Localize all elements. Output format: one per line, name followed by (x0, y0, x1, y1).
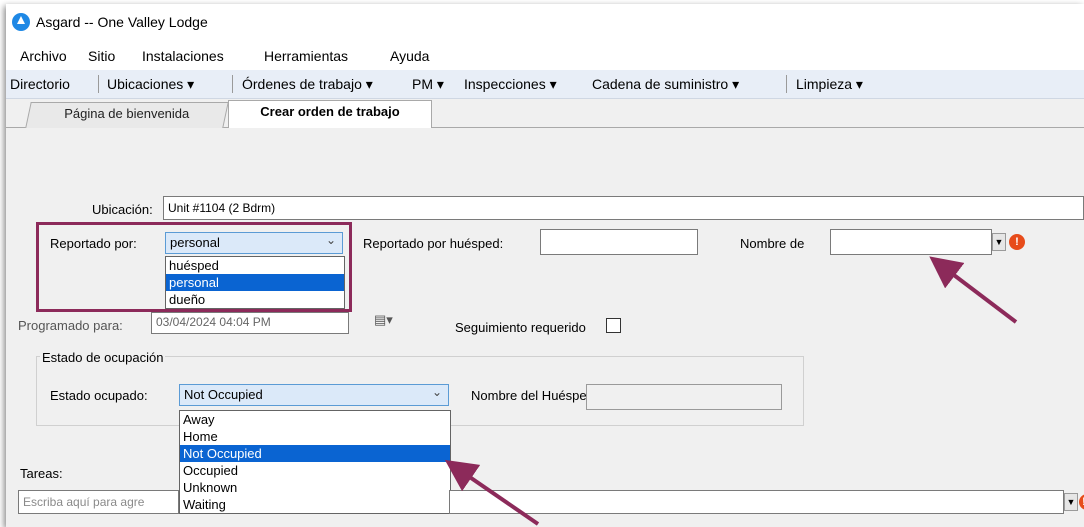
ubicacion-label: Ubicación: (92, 202, 153, 217)
toolbar-pm[interactable]: PM ▾ (412, 76, 444, 93)
reportado-por-huesped-label: Reportado por huésped: (363, 236, 504, 251)
tareas-input-remainder[interactable] (449, 490, 1064, 514)
dropdown-arrow-icon[interactable]: ▼ (1064, 493, 1078, 511)
option-not-occupied[interactable]: Not Occupied (180, 445, 450, 462)
nombre-del-huesped-field (586, 384, 782, 410)
seguimiento-requerido-checkbox[interactable] (606, 318, 621, 333)
chevron-down-icon: ⌄ (325, 233, 336, 247)
tareas-input[interactable]: Escriba aquí para agre (18, 490, 179, 514)
option-dueno[interactable]: dueño (166, 291, 344, 308)
toolbar-inspecciones[interactable]: Inspecciones ▾ (464, 76, 557, 93)
menu-bar: Archivo Sitio Instalaciones Herramientas… (6, 40, 1084, 70)
option-home[interactable]: Home (180, 428, 450, 445)
app-logo-icon (12, 13, 30, 31)
menu-ayuda[interactable]: Ayuda (390, 48, 429, 64)
tareas-label: Tareas: (20, 466, 63, 481)
estado-de-ocupacion-title: Estado de ocupación (40, 350, 166, 365)
toolbar-ubicaciones[interactable]: Ubicaciones ▾ (107, 76, 194, 93)
option-unknown[interactable]: Unknown (180, 479, 450, 496)
window-title: Asgard -- One Valley Lodge (36, 14, 208, 30)
tab-label: Página de bienvenida (64, 106, 190, 121)
menu-archivo[interactable]: Archivo (20, 48, 67, 64)
toolbar-separator (232, 75, 233, 93)
reportado-por-huesped-field[interactable] (540, 229, 698, 255)
seguimiento-requerido-label: Seguimiento requerido (455, 320, 586, 335)
programado-para-label: Programado para: (18, 318, 123, 333)
nombre-de-field[interactable] (830, 229, 992, 255)
ubicacion-field[interactable]: Unit #1104 (2 Bdrm) (163, 196, 1084, 220)
menu-herramientas[interactable]: Herramientas (264, 48, 348, 64)
option-huesped[interactable]: huésped (166, 257, 344, 274)
reportado-por-dropdown: huésped personal dueño (165, 256, 345, 309)
toolbar-cadena-de-suministro[interactable]: Cadena de suministro ▾ (592, 76, 739, 93)
reportado-por-label: Reportado por: (50, 236, 137, 251)
programado-para-field[interactable]: 03/04/2024 04:04 PM (151, 312, 349, 334)
option-waiting[interactable]: Waiting (180, 496, 450, 513)
tab-crear-orden-de-trabajo[interactable]: Crear orden de trabajo (228, 100, 432, 128)
estado-ocupado-value: Not Occupied (184, 387, 263, 402)
option-occupied[interactable]: Occupied (180, 462, 450, 479)
calendar-icon[interactable]: ▤▾ (374, 312, 393, 328)
tab-pagina-de-bienvenida[interactable]: Página de bienvenida (25, 102, 229, 128)
estado-ocupado-select[interactable]: Not Occupied ⌄ (179, 384, 449, 406)
warning-icon: ! (1009, 234, 1025, 250)
tab-strip: Página de bienvenida Crear orden de trab… (6, 99, 1084, 128)
toolbar-limpieza[interactable]: Limpieza ▾ (796, 76, 863, 93)
option-personal[interactable]: personal (166, 274, 344, 291)
option-away[interactable]: Away (180, 411, 450, 428)
reportado-por-select[interactable]: personal ⌄ (165, 232, 343, 254)
nombre-de-label: Nombre de (740, 236, 805, 251)
title-bar: Asgard -- One Valley Lodge (6, 4, 1084, 40)
chevron-down-icon: ⌄ (431, 385, 442, 399)
app-window: Asgard -- One Valley Lodge Archivo Sitio… (6, 4, 1084, 527)
reportado-por-value: personal (170, 235, 220, 250)
menu-sitio[interactable]: Sitio (88, 48, 115, 64)
form-area: Ubicación: Unit #1104 (2 Bdrm) Reportado… (6, 128, 1084, 527)
warning-icon: ! (1079, 494, 1084, 510)
dropdown-arrow-icon[interactable]: ▼ (992, 233, 1006, 251)
toolbar-separator (98, 75, 99, 93)
toolbar-separator (786, 75, 787, 93)
estado-ocupado-label: Estado ocupado: (50, 388, 148, 403)
nav-toolbar: Directorio Ubicaciones ▾ Órdenes de trab… (6, 70, 1084, 99)
estado-ocupado-dropdown: Away Home Not Occupied Occupied Unknown … (179, 410, 451, 514)
tareas-placeholder: Escriba aquí para agre (23, 495, 145, 509)
nombre-del-huesped-label: Nombre del Huésped; (471, 388, 598, 403)
toolbar-directorio[interactable]: Directorio (10, 76, 70, 92)
toolbar-ordenes-de-trabajo[interactable]: Órdenes de trabajo ▾ (242, 76, 373, 93)
menu-instalaciones[interactable]: Instalaciones (142, 48, 224, 64)
